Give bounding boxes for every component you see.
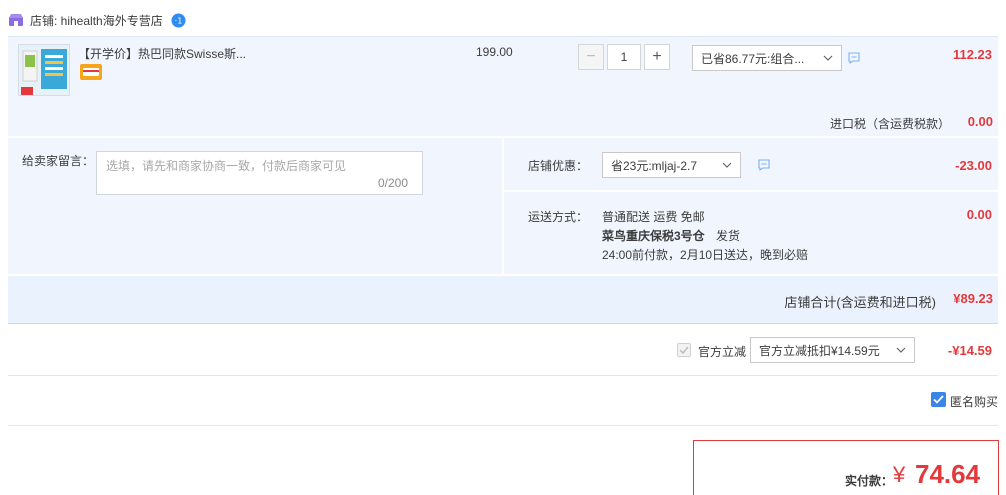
- item-promo-select[interactable]: 已省86.77元:组合...: [692, 45, 842, 71]
- section-divider: [8, 425, 998, 426]
- anonymous-purchase-label: 匿名购买: [950, 395, 999, 409]
- info-badge-icon[interactable]: ·1: [171, 13, 186, 28]
- card-tag-icon: [80, 64, 102, 80]
- checkmark-icon: [933, 395, 944, 404]
- delivery-promise: 24:00前付款，2月10日送达，晚到必赔: [602, 248, 809, 262]
- official-discount-amount: -¥14.59: [947, 343, 992, 358]
- official-discount-label: 官方立减: [698, 345, 747, 359]
- shop-coupon-select-value: 省23元:mljaj-2.7: [611, 158, 698, 173]
- payment-label: 实付款：: [845, 474, 894, 488]
- import-tax-label: 进口税（含运费税款）: [829, 117, 950, 131]
- shop-coupon-label: 店铺优惠：: [528, 159, 589, 173]
- chevron-down-icon: [896, 347, 906, 353]
- shop-coupon-select[interactable]: 省23元:mljaj-2.7: [602, 152, 741, 178]
- svg-text:·1: ·1: [174, 16, 182, 25]
- message-label: 给卖家留言：: [22, 154, 95, 168]
- increase-quantity-button[interactable]: +: [644, 44, 670, 70]
- message-char-counter: 0/200: [378, 176, 409, 190]
- official-discount-select-value: 官方立减抵扣¥14.59元: [759, 343, 880, 358]
- unit-price: 199.00: [476, 45, 513, 59]
- shop-coupon-amount: -23.00: [955, 158, 992, 173]
- message-placeholder: 选填，请先和商家协商一致，付款后商家可见: [106, 159, 347, 173]
- anonymous-purchase-checkbox[interactable]: [931, 392, 946, 407]
- checkmark-icon: [679, 346, 689, 355]
- item-amount: 112.23: [952, 47, 992, 62]
- quantity-stepper: − 1 +: [578, 44, 670, 70]
- decrease-quantity-button[interactable]: −: [578, 44, 604, 70]
- chat-bubble-icon[interactable]: [757, 158, 771, 172]
- official-discount-select[interactable]: 官方立减抵扣¥14.59元: [750, 337, 915, 363]
- shop-total-label: 店铺合计(含运费和进口税): [784, 295, 936, 310]
- import-tax-amount: 0.00: [967, 114, 993, 129]
- chevron-down-icon: [823, 55, 833, 61]
- chat-bubble-icon[interactable]: [847, 51, 861, 65]
- product-title[interactable]: 【开学价】热巴同款Swisse斯...: [78, 45, 246, 62]
- shipping-amount: 0.00: [966, 207, 992, 222]
- item-promo-select-value: 已省86.77元:组合...: [701, 51, 805, 66]
- shipping-warehouse: 菜鸟重庆保税3号仓 发货: [602, 227, 740, 244]
- shipping-method: 普通配送 运费 免邮: [602, 210, 705, 224]
- payment-currency: ¥: [893, 462, 906, 487]
- warehouse-name: 菜鸟重庆保税3号仓: [602, 229, 705, 243]
- shop-name[interactable]: 店铺: hihealth海外专营店: [30, 12, 163, 29]
- warehouse-suffix: 发货: [716, 229, 741, 243]
- shipping-label: 运送方式：: [528, 210, 589, 224]
- product-image-icon: [19, 45, 69, 95]
- store-icon: [9, 14, 23, 26]
- product-thumbnail[interactable]: [18, 44, 70, 96]
- shop-total-amount: ¥89.23: [953, 291, 993, 306]
- shop-header: 店铺: hihealth海外专营店 ·1: [8, 10, 186, 30]
- chevron-down-icon: [722, 162, 732, 168]
- quantity-input[interactable]: 1: [607, 44, 641, 70]
- official-discount-checkbox[interactable]: [677, 343, 691, 357]
- payment-amount: 74.64: [915, 459, 981, 489]
